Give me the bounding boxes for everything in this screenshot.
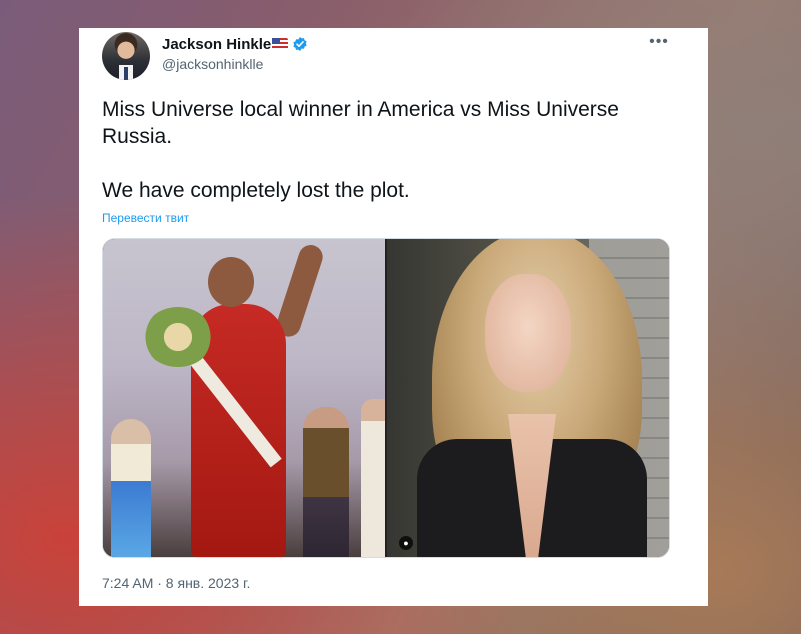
author-name[interactable]: Jackson Hinkle xyxy=(162,36,271,53)
author-avatar[interactable] xyxy=(102,32,150,80)
pageant-stage-photo[interactable] xyxy=(103,239,385,557)
us-flag-icon xyxy=(272,38,288,50)
alt-badge-icon[interactable]: ● xyxy=(399,536,413,550)
media-grid: ● xyxy=(102,238,670,558)
tweet-line-1: Miss Universe local winner in America vs… xyxy=(102,98,619,148)
tweet-timestamp[interactable]: 7:24 AM · 8 янв. 2023 г. xyxy=(102,575,250,591)
tweet-card: Jackson Hinkle @jacksonhinklle ••• Miss … xyxy=(79,28,708,606)
translate-tweet-link[interactable]: Перевести твит xyxy=(102,211,189,225)
tweet-text: Miss Universe local winner in America vs… xyxy=(102,96,672,204)
avatar-tie xyxy=(124,67,128,80)
tweet-line-2: We have completely lost the plot. xyxy=(102,179,410,202)
blonde-woman-portrait[interactable]: ● xyxy=(387,239,669,557)
author-handle[interactable]: @jacksonhinklle xyxy=(162,56,263,72)
more-options-icon[interactable]: ••• xyxy=(647,34,671,50)
verified-badge-icon xyxy=(293,37,307,51)
